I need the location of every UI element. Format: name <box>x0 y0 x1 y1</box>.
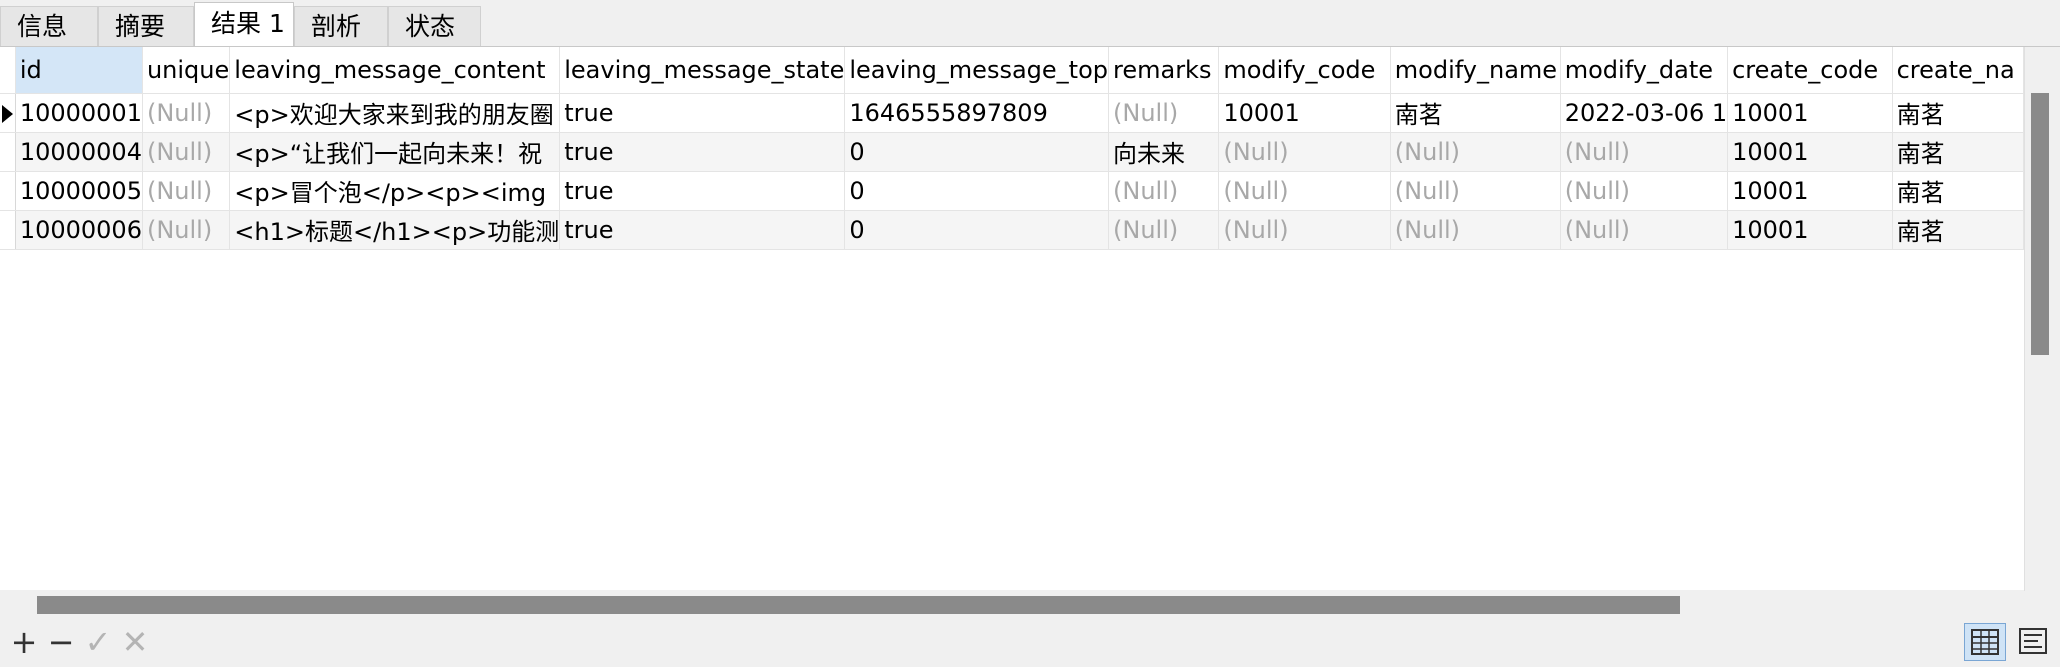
cell-modify-code[interactable]: 10001 <box>1218 93 1391 133</box>
row-selector-header <box>0 47 16 94</box>
close-icon[interactable]: ✕ <box>119 626 151 658</box>
cell-leaving-message-state[interactable]: true <box>559 210 846 250</box>
cell-unique[interactable]: (Null) <box>142 132 231 172</box>
cell-unique[interactable]: (Null) <box>142 171 231 211</box>
cell-remarks[interactable]: (Null) <box>1108 93 1220 133</box>
cell-id[interactable]: 10000005 <box>15 171 143 211</box>
table-row[interactable]: 10000006 (Null) <h1>标题</h1><p>功能测 true 0 (Nul… <box>0 210 2024 250</box>
header-row: id unique leaving_message_content leavin… <box>0 47 2024 94</box>
tab-profile[interactable]: 剖析 <box>294 6 388 46</box>
column-header-modify-code[interactable]: modify_code <box>1218 47 1391 94</box>
data-table: id unique leaving_message_content leavin… <box>0 47 2024 250</box>
column-header-remarks[interactable]: remarks <box>1108 47 1220 94</box>
cell-modify-name[interactable]: (Null) <box>1390 132 1561 172</box>
table-row[interactable]: 10000005 (Null) <p>冒个泡</p><p><img true 0 (Nul… <box>0 171 2024 211</box>
cell-create-name[interactable]: 南茗 <box>1892 171 2024 211</box>
cell-create-code[interactable]: 10001 <box>1727 132 1893 172</box>
check-icon[interactable]: ✓ <box>82 626 114 658</box>
cell-leaving-message-content[interactable]: <p>欢迎大家来到我的朋友圈 <box>229 93 561 133</box>
tab-result-1[interactable]: 结果 1 <box>194 2 294 48</box>
row-selector[interactable] <box>0 132 16 172</box>
cell-modify-name[interactable]: 南茗 <box>1390 93 1561 133</box>
column-header-create-name[interactable]: create_na <box>1892 47 2024 94</box>
current-row-arrow-icon <box>1 104 13 123</box>
column-header-unique[interactable]: unique <box>142 47 231 94</box>
cell-modify-date[interactable]: (Null) <box>1560 171 1729 211</box>
cell-create-code[interactable]: 10001 <box>1727 93 1893 133</box>
cell-modify-code[interactable]: (Null) <box>1218 210 1391 250</box>
cell-unique[interactable]: (Null) <box>142 93 231 133</box>
cell-leaving-message-state[interactable]: true <box>559 132 846 172</box>
cell-leaving-message-top[interactable]: 1646555897809 <box>844 93 1109 133</box>
cell-create-code[interactable]: 10001 <box>1727 171 1893 211</box>
cell-leaving-message-top[interactable]: 0 <box>844 171 1109 211</box>
cell-leaving-message-state[interactable]: true <box>559 93 846 133</box>
column-header-id[interactable]: id <box>15 47 143 94</box>
tab-summary[interactable]: 摘要 <box>98 6 194 46</box>
cell-modify-code[interactable]: (Null) <box>1218 132 1391 172</box>
row-selector[interactable] <box>0 93 16 133</box>
column-header-leaving-message-top[interactable]: leaving_message_top <box>844 47 1109 94</box>
cell-id[interactable]: 10000006 <box>15 210 143 250</box>
cell-leaving-message-state[interactable]: true <box>559 171 846 211</box>
row-selector[interactable] <box>0 210 16 250</box>
cell-id[interactable]: 10000004 <box>15 132 143 172</box>
vertical-scrollbar[interactable] <box>2024 47 2060 591</box>
horizontal-scroll-thumb[interactable] <box>37 596 1680 614</box>
cell-modify-date[interactable]: (Null) <box>1560 210 1729 250</box>
grid-view-icon[interactable] <box>1964 623 2006 661</box>
column-header-leaving-message-state[interactable]: leaving_message_state <box>559 47 846 94</box>
tab-status[interactable]: 状态 <box>388 6 481 46</box>
cell-remarks[interactable]: (Null) <box>1108 210 1220 250</box>
form-view-icon[interactable] <box>2013 623 2055 661</box>
cell-remarks[interactable]: 向未来 <box>1108 132 1220 172</box>
column-header-modify-date[interactable]: modify_date <box>1560 47 1729 94</box>
column-header-leaving-message-content[interactable]: leaving_message_content <box>229 47 561 94</box>
cell-unique[interactable]: (Null) <box>142 210 231 250</box>
horizontal-scrollbar[interactable] <box>0 590 2024 618</box>
cell-create-name[interactable]: 南茗 <box>1892 132 2024 172</box>
cell-modify-name[interactable]: (Null) <box>1390 210 1561 250</box>
plus-icon[interactable]: + <box>8 626 40 658</box>
table-row[interactable]: 10000004 (Null) <p>“让我们一起向未来！祝 true 0 向未来 (Nul… <box>0 132 2024 172</box>
tab-info[interactable]: 信息 <box>0 6 98 46</box>
cell-leaving-message-content[interactable]: <p>冒个泡</p><p><img <box>229 171 561 211</box>
grid-toolbar: + − ✓ ✕ <box>0 618 2060 667</box>
result-grid: id unique leaving_message_content leavin… <box>0 46 2060 591</box>
cell-modify-date[interactable]: (Null) <box>1560 132 1729 172</box>
cell-create-code[interactable]: 10001 <box>1727 210 1893 250</box>
cell-create-name[interactable]: 南茗 <box>1892 93 2024 133</box>
table-row[interactable]: 10000001 (Null) <p>欢迎大家来到我的朋友圈 true 16465558… <box>0 93 2024 133</box>
column-header-create-code[interactable]: create_code <box>1727 47 1893 94</box>
minus-icon[interactable]: − <box>45 626 77 658</box>
cell-remarks[interactable]: (Null) <box>1108 171 1220 211</box>
cell-leaving-message-top[interactable]: 0 <box>844 132 1109 172</box>
cell-leaving-message-content[interactable]: <h1>标题</h1><p>功能测 <box>229 210 561 250</box>
column-header-modify-name[interactable]: modify_name <box>1390 47 1561 94</box>
cell-create-name[interactable]: 南茗 <box>1892 210 2024 250</box>
cell-modify-code[interactable]: (Null) <box>1218 171 1391 211</box>
row-selector[interactable] <box>0 171 16 211</box>
cell-leaving-message-content[interactable]: <p>“让我们一起向未来！祝 <box>229 132 561 172</box>
cell-leaving-message-top[interactable]: 0 <box>844 210 1109 250</box>
cell-modify-date[interactable]: 2022-03-06 1 <box>1560 93 1729 133</box>
cell-modify-name[interactable]: (Null) <box>1390 171 1561 211</box>
cell-id[interactable]: 10000001 <box>15 93 143 133</box>
tab-bar: 信息 摘要 结果 1 剖析 状态 <box>0 0 2060 48</box>
grid-viewport: id unique leaving_message_content leavin… <box>0 47 2024 591</box>
vertical-scroll-thumb[interactable] <box>2031 93 2049 355</box>
